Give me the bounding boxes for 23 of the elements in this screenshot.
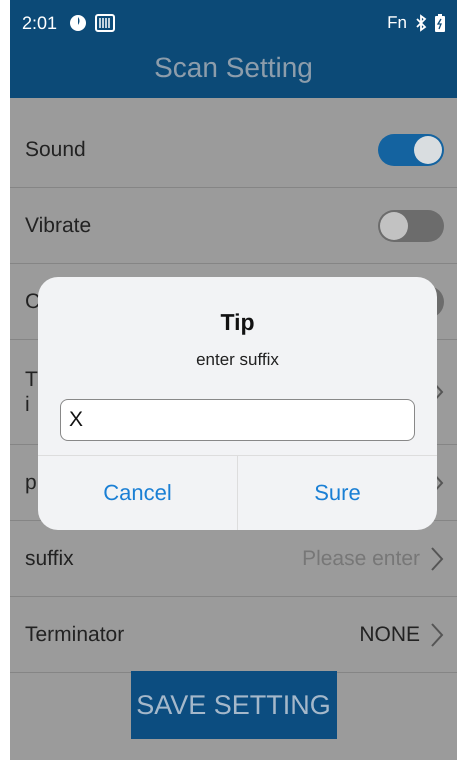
dialog-message: enter suffix xyxy=(196,350,279,370)
toggle-switch[interactable] xyxy=(378,210,444,242)
status-time: 2:01 xyxy=(22,12,58,34)
setting-label: Terminator xyxy=(25,622,124,646)
setting-label: Sound xyxy=(25,138,86,162)
dialog-button[interactable]: Sure xyxy=(238,456,437,530)
setting-label: Vibrate xyxy=(25,214,92,238)
setting-label: suffix xyxy=(25,546,74,570)
fn-indicator: Fn xyxy=(387,13,407,33)
save-setting-button[interactable]: SAVE SETTING xyxy=(130,671,336,739)
toggle-switch[interactable] xyxy=(378,134,444,166)
setting-label: T i xyxy=(25,366,38,418)
dialog-title: Tip xyxy=(220,309,255,336)
setting-label: p xyxy=(25,470,37,494)
setting-value: NONE xyxy=(359,622,420,646)
dialog-button[interactable]: Cancel xyxy=(38,456,238,530)
bluetooth-icon xyxy=(415,14,427,32)
chevron-right-icon[interactable] xyxy=(430,546,444,572)
screen-title: Scan Setting xyxy=(154,52,313,84)
chevron-right-icon[interactable] xyxy=(430,622,444,648)
battery-charging-icon xyxy=(435,14,445,32)
suffix-input-field[interactable]: X xyxy=(60,399,415,441)
barcode-icon xyxy=(95,14,116,32)
